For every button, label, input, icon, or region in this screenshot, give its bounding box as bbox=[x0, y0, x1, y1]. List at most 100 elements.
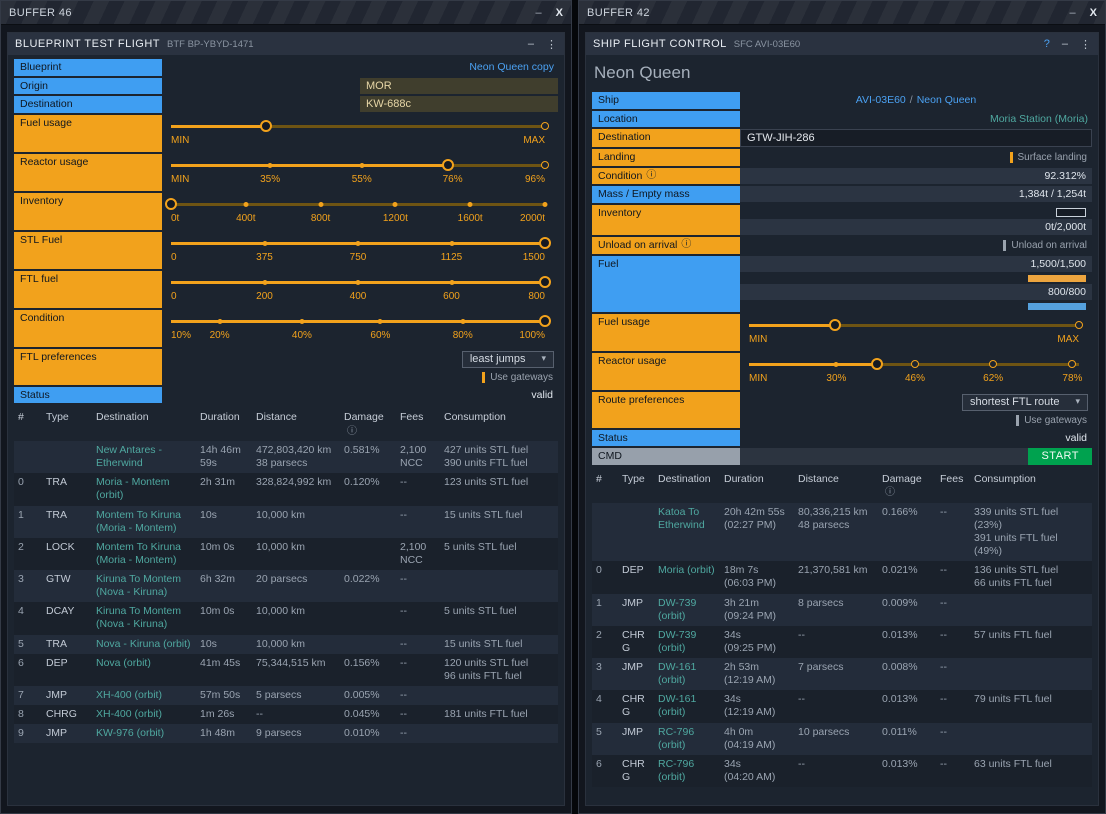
destination-link[interactable]: Katoa To Etherwind bbox=[658, 506, 705, 531]
slider-track[interactable] bbox=[171, 125, 545, 128]
surface-landing-label: Surface landing bbox=[1018, 152, 1088, 163]
destination-link[interactable]: Moria - Montem (orbit) bbox=[96, 476, 170, 501]
panel-header[interactable]: BLUEPRINT TEST FLIGHT BTF BP-YBYD-1471 –… bbox=[8, 33, 564, 55]
unload-label: Unload on arrival ⓘ bbox=[592, 237, 740, 254]
help-icon[interactable]: ? bbox=[1044, 38, 1050, 50]
destination-link[interactable]: Nova (orbit) bbox=[96, 657, 151, 669]
table-cell: Montem To Kiruna (Moria - Montem) bbox=[92, 506, 196, 538]
dropdown-value: least jumps bbox=[470, 353, 526, 365]
condition-label-text: Condition bbox=[598, 170, 642, 183]
ftl-preferences-dropdown[interactable]: least jumps ▾ bbox=[462, 351, 554, 368]
slider-handle[interactable] bbox=[829, 319, 841, 331]
destination-link[interactable]: RC-796 (orbit) bbox=[658, 726, 694, 751]
slider-track[interactable] bbox=[171, 281, 545, 284]
slider-tick-labels: MIN30%46%62%78% bbox=[749, 373, 1079, 385]
close-icon[interactable]: X bbox=[556, 7, 563, 19]
minimize-icon[interactable]: – bbox=[1070, 7, 1076, 19]
reactor-usage-slider[interactable]: MIN30%46%62%78% bbox=[740, 353, 1092, 390]
ship-name-link[interactable]: Neon Queen bbox=[913, 92, 981, 108]
destination-link[interactable]: Montem To Kiruna (Moria - Montem) bbox=[96, 509, 181, 534]
start-button[interactable]: START bbox=[1028, 448, 1092, 465]
surface-landing-checkbox[interactable]: Surface landing bbox=[1005, 150, 1093, 165]
destination-link[interactable]: DW-161 (orbit) bbox=[658, 661, 696, 686]
slider-handle[interactable] bbox=[539, 315, 551, 327]
reactor-usage-slider[interactable]: MIN35%55%76%96% bbox=[162, 154, 558, 191]
location-link[interactable]: Moria Station (Moria) bbox=[986, 111, 1092, 127]
destination-link[interactable]: DW-739 (orbit) bbox=[658, 629, 696, 654]
destination-link[interactable]: RC-796 (orbit) bbox=[658, 758, 694, 783]
minimize-icon[interactable]: – bbox=[528, 38, 534, 50]
slider-handle[interactable] bbox=[539, 237, 551, 249]
table-cell bbox=[440, 570, 558, 602]
table-cell: -- bbox=[936, 755, 970, 787]
table-cell: 0.045% bbox=[340, 705, 396, 724]
buffer-46-titlebar[interactable]: BUFFER 46 – X bbox=[1, 1, 571, 25]
fuel-usage-slider[interactable]: MINMAX bbox=[740, 314, 1092, 351]
blueprint-link[interactable]: Neon Queen copy bbox=[465, 59, 558, 75]
table-cell: 5 units STL fuel bbox=[440, 602, 558, 634]
table-cell: -- bbox=[396, 654, 440, 686]
unload-on-arrival-checkbox[interactable]: Unload on arrival bbox=[998, 238, 1092, 253]
stl-fuel-slider[interactable]: 037575011251500 bbox=[162, 232, 558, 269]
minimize-icon[interactable]: – bbox=[536, 7, 542, 19]
slider-track[interactable] bbox=[749, 363, 1079, 366]
slider-tick-label: 60% bbox=[370, 330, 390, 341]
table-cell: DEP bbox=[42, 654, 92, 686]
slider-track[interactable] bbox=[749, 324, 1079, 327]
menu-icon[interactable]: ⋮ bbox=[1080, 38, 1091, 51]
destination-link[interactable]: Nova - Kiruna (orbit) bbox=[96, 638, 191, 650]
destination-link[interactable]: DW-161 (orbit) bbox=[658, 693, 696, 718]
destination-link[interactable]: XH-400 (orbit) bbox=[96, 708, 162, 720]
column-header: Duration bbox=[196, 408, 252, 441]
route-preferences-dropdown[interactable]: shortest FTL route ▾ bbox=[962, 394, 1088, 411]
destination-link[interactable]: KW-976 (orbit) bbox=[96, 727, 164, 739]
table-cell: -- bbox=[794, 690, 878, 722]
slider-handle[interactable] bbox=[260, 120, 272, 132]
slider-handle[interactable] bbox=[442, 159, 454, 171]
slider-tick-label: 80% bbox=[453, 330, 473, 341]
slider-track[interactable] bbox=[171, 320, 545, 323]
fuel-usage-slider[interactable]: MINMAX bbox=[162, 115, 558, 152]
origin-input[interactable]: MOR bbox=[360, 78, 558, 94]
use-gateways-checkbox[interactable]: Use gateways bbox=[1011, 413, 1092, 428]
table-cell: 10s bbox=[196, 635, 252, 654]
slider-stop-ring bbox=[541, 161, 549, 169]
table-cell: 7 bbox=[14, 686, 42, 705]
ftl-fuel-label: FTL fuel bbox=[14, 271, 162, 308]
close-icon[interactable]: X bbox=[1090, 7, 1097, 19]
slider-track[interactable] bbox=[171, 164, 545, 167]
panel-header[interactable]: SHIP FLIGHT CONTROL SFC AVI-03E60 ? – ⋮ bbox=[586, 33, 1098, 55]
table-cell: JMP bbox=[618, 658, 654, 690]
table-cell: 34s (09:25 PM) bbox=[720, 626, 794, 658]
buffer-42-titlebar[interactable]: BUFFER 42 – X bbox=[579, 1, 1105, 25]
inventory-slider[interactable]: 0t400t800t1200t1600t2000t bbox=[162, 193, 558, 230]
slider-tick-label: 46% bbox=[905, 373, 925, 384]
slider-handle[interactable] bbox=[539, 276, 551, 288]
destination-link[interactable]: New Antares - Etherwind bbox=[96, 444, 162, 469]
slider-track[interactable] bbox=[171, 242, 545, 245]
minimize-icon[interactable]: – bbox=[1062, 38, 1068, 50]
destination-link[interactable]: Kiruna To Montem (Nova - Kiruna) bbox=[96, 605, 181, 630]
destination-input[interactable]: GTW-JIH-286 bbox=[740, 129, 1092, 147]
table-cell: 10,000 km bbox=[252, 538, 340, 570]
table-cell: New Antares - Etherwind bbox=[92, 441, 196, 473]
slider-handle[interactable] bbox=[871, 358, 883, 370]
destination-link[interactable]: DW-739 (orbit) bbox=[658, 597, 696, 622]
ftl-fuel-slider[interactable]: 0200400600800 bbox=[162, 271, 558, 308]
mass-value: 1,384t / 1,254t bbox=[740, 186, 1092, 202]
destination-link[interactable]: XH-400 (orbit) bbox=[96, 689, 162, 701]
column-header: Damageⓘ bbox=[340, 408, 396, 441]
column-header: Distance bbox=[252, 408, 340, 441]
table-cell: 14h 46m 59s bbox=[196, 441, 252, 473]
destination-input[interactable]: KW-688c bbox=[360, 96, 558, 112]
destination-link[interactable]: Kiruna To Montem (Nova - Kiruna) bbox=[96, 573, 181, 598]
destination-link[interactable]: Montem To Kiruna (Moria - Montem) bbox=[96, 541, 181, 566]
use-gateways-checkbox[interactable]: Use gateways bbox=[477, 370, 558, 385]
menu-icon[interactable]: ⋮ bbox=[546, 38, 557, 51]
destination-link[interactable]: Moria (orbit) bbox=[658, 564, 715, 576]
slider-track[interactable] bbox=[171, 203, 545, 206]
row-fuel: Fuel 1,500/1,500 800/800 bbox=[592, 256, 1092, 312]
condition-slider[interactable]: 10%20%40%60%80%100% bbox=[162, 310, 558, 347]
slider-handle[interactable] bbox=[165, 198, 177, 210]
ship-id-link[interactable]: AVI-03E60 bbox=[852, 92, 910, 108]
